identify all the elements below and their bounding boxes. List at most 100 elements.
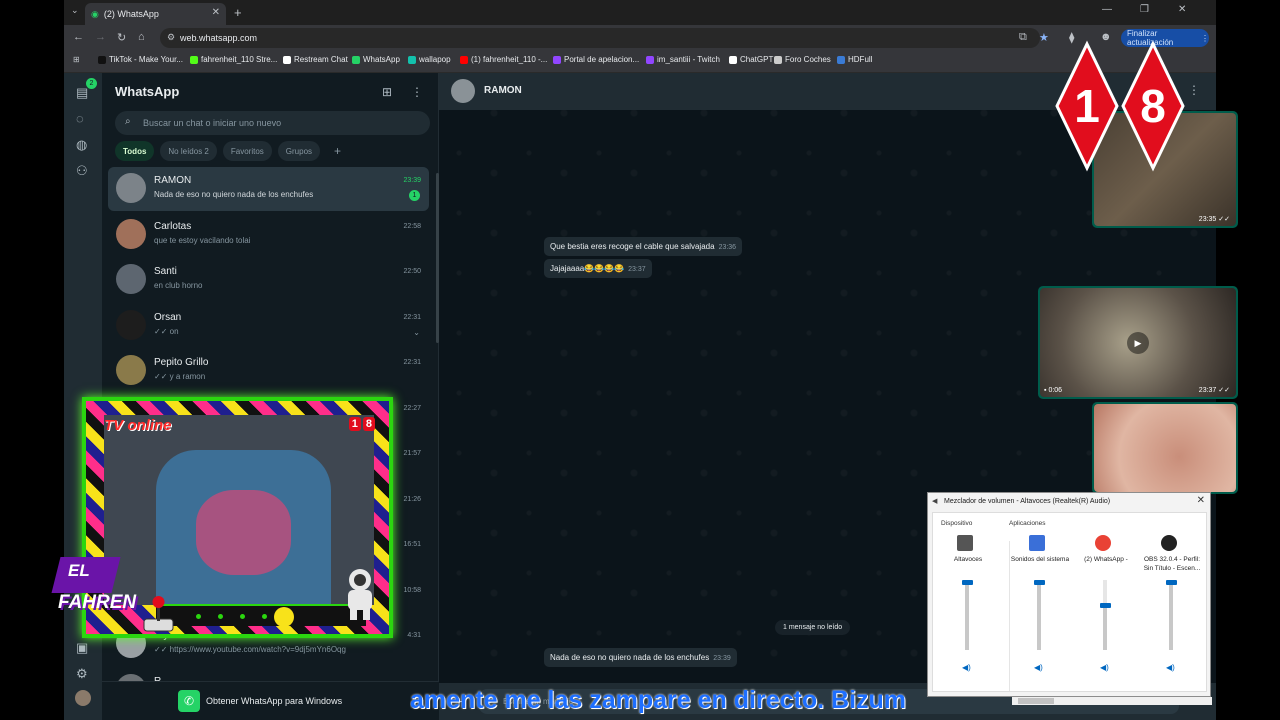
filter-all[interactable]: Todos xyxy=(115,141,155,161)
slider-thumb[interactable] xyxy=(1100,603,1111,608)
bookmark-item[interactable]: HDFull xyxy=(837,55,872,64)
install-app-icon[interactable]: ⧉ xyxy=(1019,31,1027,44)
scrollbar-thumb[interactable] xyxy=(1018,698,1054,704)
volume-channel: OBS 32.0.4 - Perfil: Sin Título - Escen.… xyxy=(1139,533,1201,681)
channel-app-icon xyxy=(1161,535,1177,551)
bookmark-label: ChatGPT xyxy=(740,55,774,64)
chat-avatar[interactable] xyxy=(116,355,146,385)
message-time: 23:39 xyxy=(713,655,731,662)
chat-row[interactable]: Pepito Grillo ✓✓ y a ramon 22:31 xyxy=(108,349,429,393)
bookmark-item[interactable]: ChatGPT xyxy=(729,55,773,64)
incoming-message[interactable]: Que bestia eres recoge el cable que salv… xyxy=(544,237,743,256)
bookmark-item[interactable]: wallapop xyxy=(408,55,451,64)
conversation-menu-icon[interactable]: ⋮ xyxy=(1188,83,1200,97)
bookmark-item[interactable]: im_santiii - Twitch xyxy=(646,55,720,64)
minimize-icon[interactable]: — xyxy=(1102,4,1112,15)
chat-name: Orsan xyxy=(154,311,182,323)
tab-whatsapp[interactable]: ◉ (2) WhatsApp ✕ xyxy=(85,3,226,25)
settings-icon[interactable]: ⚙ xyxy=(76,666,88,682)
volume-slider[interactable] xyxy=(962,580,973,650)
bookmark-label: wallapop xyxy=(419,55,451,64)
mini-rating-eight: 8 xyxy=(362,417,375,431)
chat-avatar[interactable] xyxy=(116,173,146,203)
chats-icon[interactable]: ▤ xyxy=(76,85,88,101)
reload-icon[interactable]: ↻ xyxy=(117,31,126,44)
bookmark-label: (1) fahrenheit_110 -... xyxy=(471,55,548,64)
back-icon[interactable]: ← xyxy=(73,31,84,43)
chat-row[interactable]: RAMON Nada de eso no quiero nada de los e… xyxy=(108,167,429,211)
bookmark-item[interactable]: Portal de apelacion... xyxy=(553,55,639,64)
channels-icon[interactable]: ◍ xyxy=(76,137,87,153)
video-message[interactable]: ▶ ▪ 0:06 23:37 ✓✓ xyxy=(1038,286,1238,399)
filter-groups[interactable]: Grupos xyxy=(277,141,321,161)
chat-name: Santi xyxy=(154,266,177,277)
slider-thumb[interactable] xyxy=(962,580,973,585)
mute-speaker-icon[interactable]: ◀) xyxy=(962,663,971,672)
add-filter-icon[interactable]: + xyxy=(326,141,349,161)
bookmark-item[interactable]: WhatsApp xyxy=(352,55,400,64)
slider-thumb[interactable] xyxy=(1166,580,1177,585)
bookmark-item[interactable]: (1) fahrenheit_110 -... xyxy=(460,55,547,64)
bookmark-item[interactable]: Foro Coches xyxy=(774,55,831,64)
incoming-message[interactable]: Jajajaaaa😂😂😂😂 23:37 xyxy=(544,259,652,278)
bookmark-label: Foro Coches xyxy=(785,55,831,64)
apps-grid-icon[interactable]: ⊞ xyxy=(73,55,80,64)
new-chat-icon[interactable]: ⊞ xyxy=(382,85,392,99)
new-tab-icon[interactable]: + xyxy=(234,5,242,20)
mixer-horizontal-scrollbar[interactable] xyxy=(1012,697,1212,705)
bookmark-label: Restream Chat xyxy=(294,55,348,64)
filter-favorites[interactable]: Favoritos xyxy=(222,141,272,161)
incoming-message[interactable]: Nada de eso no quiero nada de los enchuf… xyxy=(544,648,737,667)
close-tab-icon[interactable]: ✕ xyxy=(212,7,220,18)
logo-el-text: EL xyxy=(68,561,90,580)
restore-icon[interactable]: ❐ xyxy=(1140,4,1149,15)
channel-app-icon xyxy=(957,535,973,551)
close-mixer-icon[interactable]: ✕ xyxy=(1197,495,1205,506)
profile-avatar[interactable] xyxy=(75,690,91,706)
slider-thumb[interactable] xyxy=(1034,580,1045,585)
chat-time: 4:31 xyxy=(407,632,421,639)
kebab-menu-icon[interactable]: ⋮ xyxy=(1201,34,1209,43)
site-info-icon[interactable]: ⚙ xyxy=(167,32,175,43)
bookmark-item[interactable]: TikTok - Make Your... xyxy=(98,55,183,64)
menu-icon[interactable]: ⋮ xyxy=(411,85,423,99)
filter-unread[interactable]: No leídos 2 xyxy=(160,141,217,161)
bookmark-item[interactable]: Restream Chat xyxy=(283,55,348,64)
bookmark-star-icon[interactable]: ★ xyxy=(1039,31,1049,44)
volume-slider[interactable] xyxy=(1100,580,1111,650)
chevron-down-icon[interactable]: ⌄ xyxy=(413,328,420,337)
tab-search-dropdown-icon[interactable]: ⌄ xyxy=(71,5,79,16)
message-text: Jajajaaaa😂😂😂😂 xyxy=(550,264,625,273)
mute-speaker-icon[interactable]: ◀) xyxy=(1100,663,1109,672)
mute-speaker-icon[interactable]: ◀) xyxy=(1034,663,1043,672)
image-message[interactable] xyxy=(1092,402,1238,494)
home-icon[interactable]: ⌂ xyxy=(138,31,145,43)
volume-slider[interactable] xyxy=(1166,580,1177,650)
volume-slider[interactable] xyxy=(1034,580,1045,650)
search-placeholder: Buscar un chat o iniciar uno nuevo xyxy=(143,118,282,128)
message-time: 23:35 ✓✓ xyxy=(1198,216,1230,223)
search-input[interactable]: ⌕ Buscar un chat o iniciar uno nuevo xyxy=(115,111,430,135)
stream-ticker: amente me las zampare en directo. Bizum xyxy=(410,686,907,714)
channel-label: OBS 32.0.4 - Perfil: Sin Título - Escen.… xyxy=(1143,556,1201,572)
communities-icon[interactable]: ⚇ xyxy=(76,163,88,179)
status-icon[interactable]: ◌ xyxy=(76,111,84,126)
play-icon[interactable]: ▶ xyxy=(1127,331,1149,354)
bookmark-item[interactable]: fahrenheit_110 Stre... xyxy=(190,55,277,64)
shirt-print xyxy=(196,490,291,575)
get-windows-app-banner[interactable]: ✆ Obtener WhatsApp para Windows xyxy=(102,681,439,720)
chat-avatar[interactable] xyxy=(116,309,146,340)
contact-avatar[interactable] xyxy=(451,79,475,103)
close-window-icon[interactable]: ✕ xyxy=(1178,4,1186,15)
chat-row[interactable]: Orsan ✓✓ on 22:31 ⌄ xyxy=(108,304,429,348)
mute-speaker-icon[interactable]: ◀) xyxy=(1166,663,1175,672)
chat-row[interactable]: Carlotas que te estoy vacilando tolai 22:5… xyxy=(108,213,429,257)
chat-avatar[interactable] xyxy=(116,264,146,294)
bookmark-favicon-icon xyxy=(283,55,291,64)
chat-row[interactable]: Santi en club horno 22:50 xyxy=(108,258,429,302)
forward-icon[interactable]: → xyxy=(95,31,106,43)
chat-avatar[interactable] xyxy=(116,218,146,249)
slider-fill xyxy=(1103,605,1107,650)
slider-fill xyxy=(1037,580,1041,650)
address-bar[interactable]: ⚙ web.whatsapp.com xyxy=(160,28,1040,48)
